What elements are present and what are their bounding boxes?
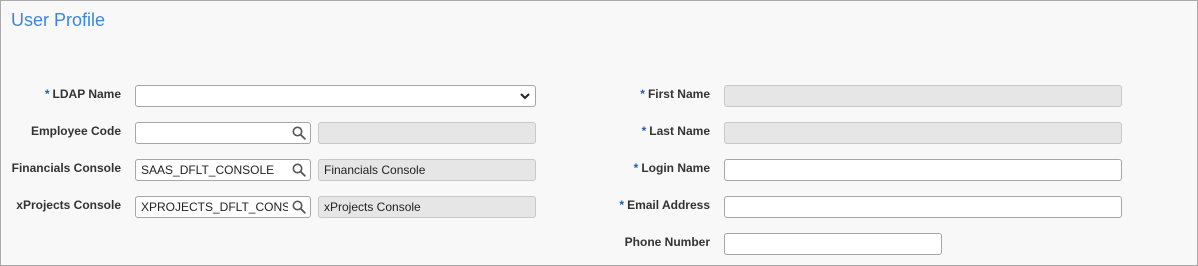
required-marker: *	[641, 124, 647, 138]
ldap-name-value	[136, 89, 141, 103]
required-marker: *	[619, 198, 625, 212]
email-address-input[interactable]	[724, 196, 1122, 218]
email-address-label: * Email Address	[619, 198, 710, 212]
financials-console-description: Financials Console	[318, 159, 536, 181]
page-title: User Profile	[11, 10, 106, 30]
xprojects-console-value: XPROJECTS_DFLT_CONS	[141, 200, 288, 214]
required-marker: *	[44, 87, 50, 101]
xprojects-console-description: xProjects Console	[318, 196, 536, 218]
search-icon[interactable]	[292, 163, 306, 177]
search-icon[interactable]	[292, 200, 306, 214]
required-marker: *	[633, 161, 639, 175]
phone-number-label: Phone Number	[624, 235, 710, 249]
last-name-label: * Last Name	[641, 124, 710, 138]
financials-console-label: Financials Console	[11, 161, 121, 175]
employee-code-input[interactable]	[135, 122, 311, 144]
financials-console-value: SAAS_DFLT_CONSOLE	[141, 163, 275, 177]
chevron-down-icon[interactable]	[520, 91, 530, 101]
last-name-field	[724, 122, 1122, 144]
user-profile-panel: User Profile * LDAP Name Employee Code Fi…	[0, 0, 1198, 266]
xprojects-console-label: xProjects Console	[16, 198, 121, 212]
login-name-input[interactable]	[724, 159, 1122, 181]
search-icon[interactable]	[292, 126, 306, 140]
employee-code-label: Employee Code	[30, 124, 121, 138]
xprojects-console-input[interactable]: XPROJECTS_DFLT_CONS	[135, 196, 311, 218]
login-name-label: * Login Name	[633, 161, 710, 175]
employee-code-description	[318, 122, 536, 144]
first-name-field	[724, 85, 1122, 107]
first-name-label: * First Name	[640, 87, 710, 101]
financials-console-input[interactable]: SAAS_DFLT_CONSOLE	[135, 159, 311, 181]
phone-number-input[interactable]	[724, 233, 942, 255]
ldap-name-select[interactable]	[135, 85, 536, 107]
ldap-name-label: * LDAP Name	[44, 87, 121, 101]
required-marker: *	[640, 87, 645, 101]
